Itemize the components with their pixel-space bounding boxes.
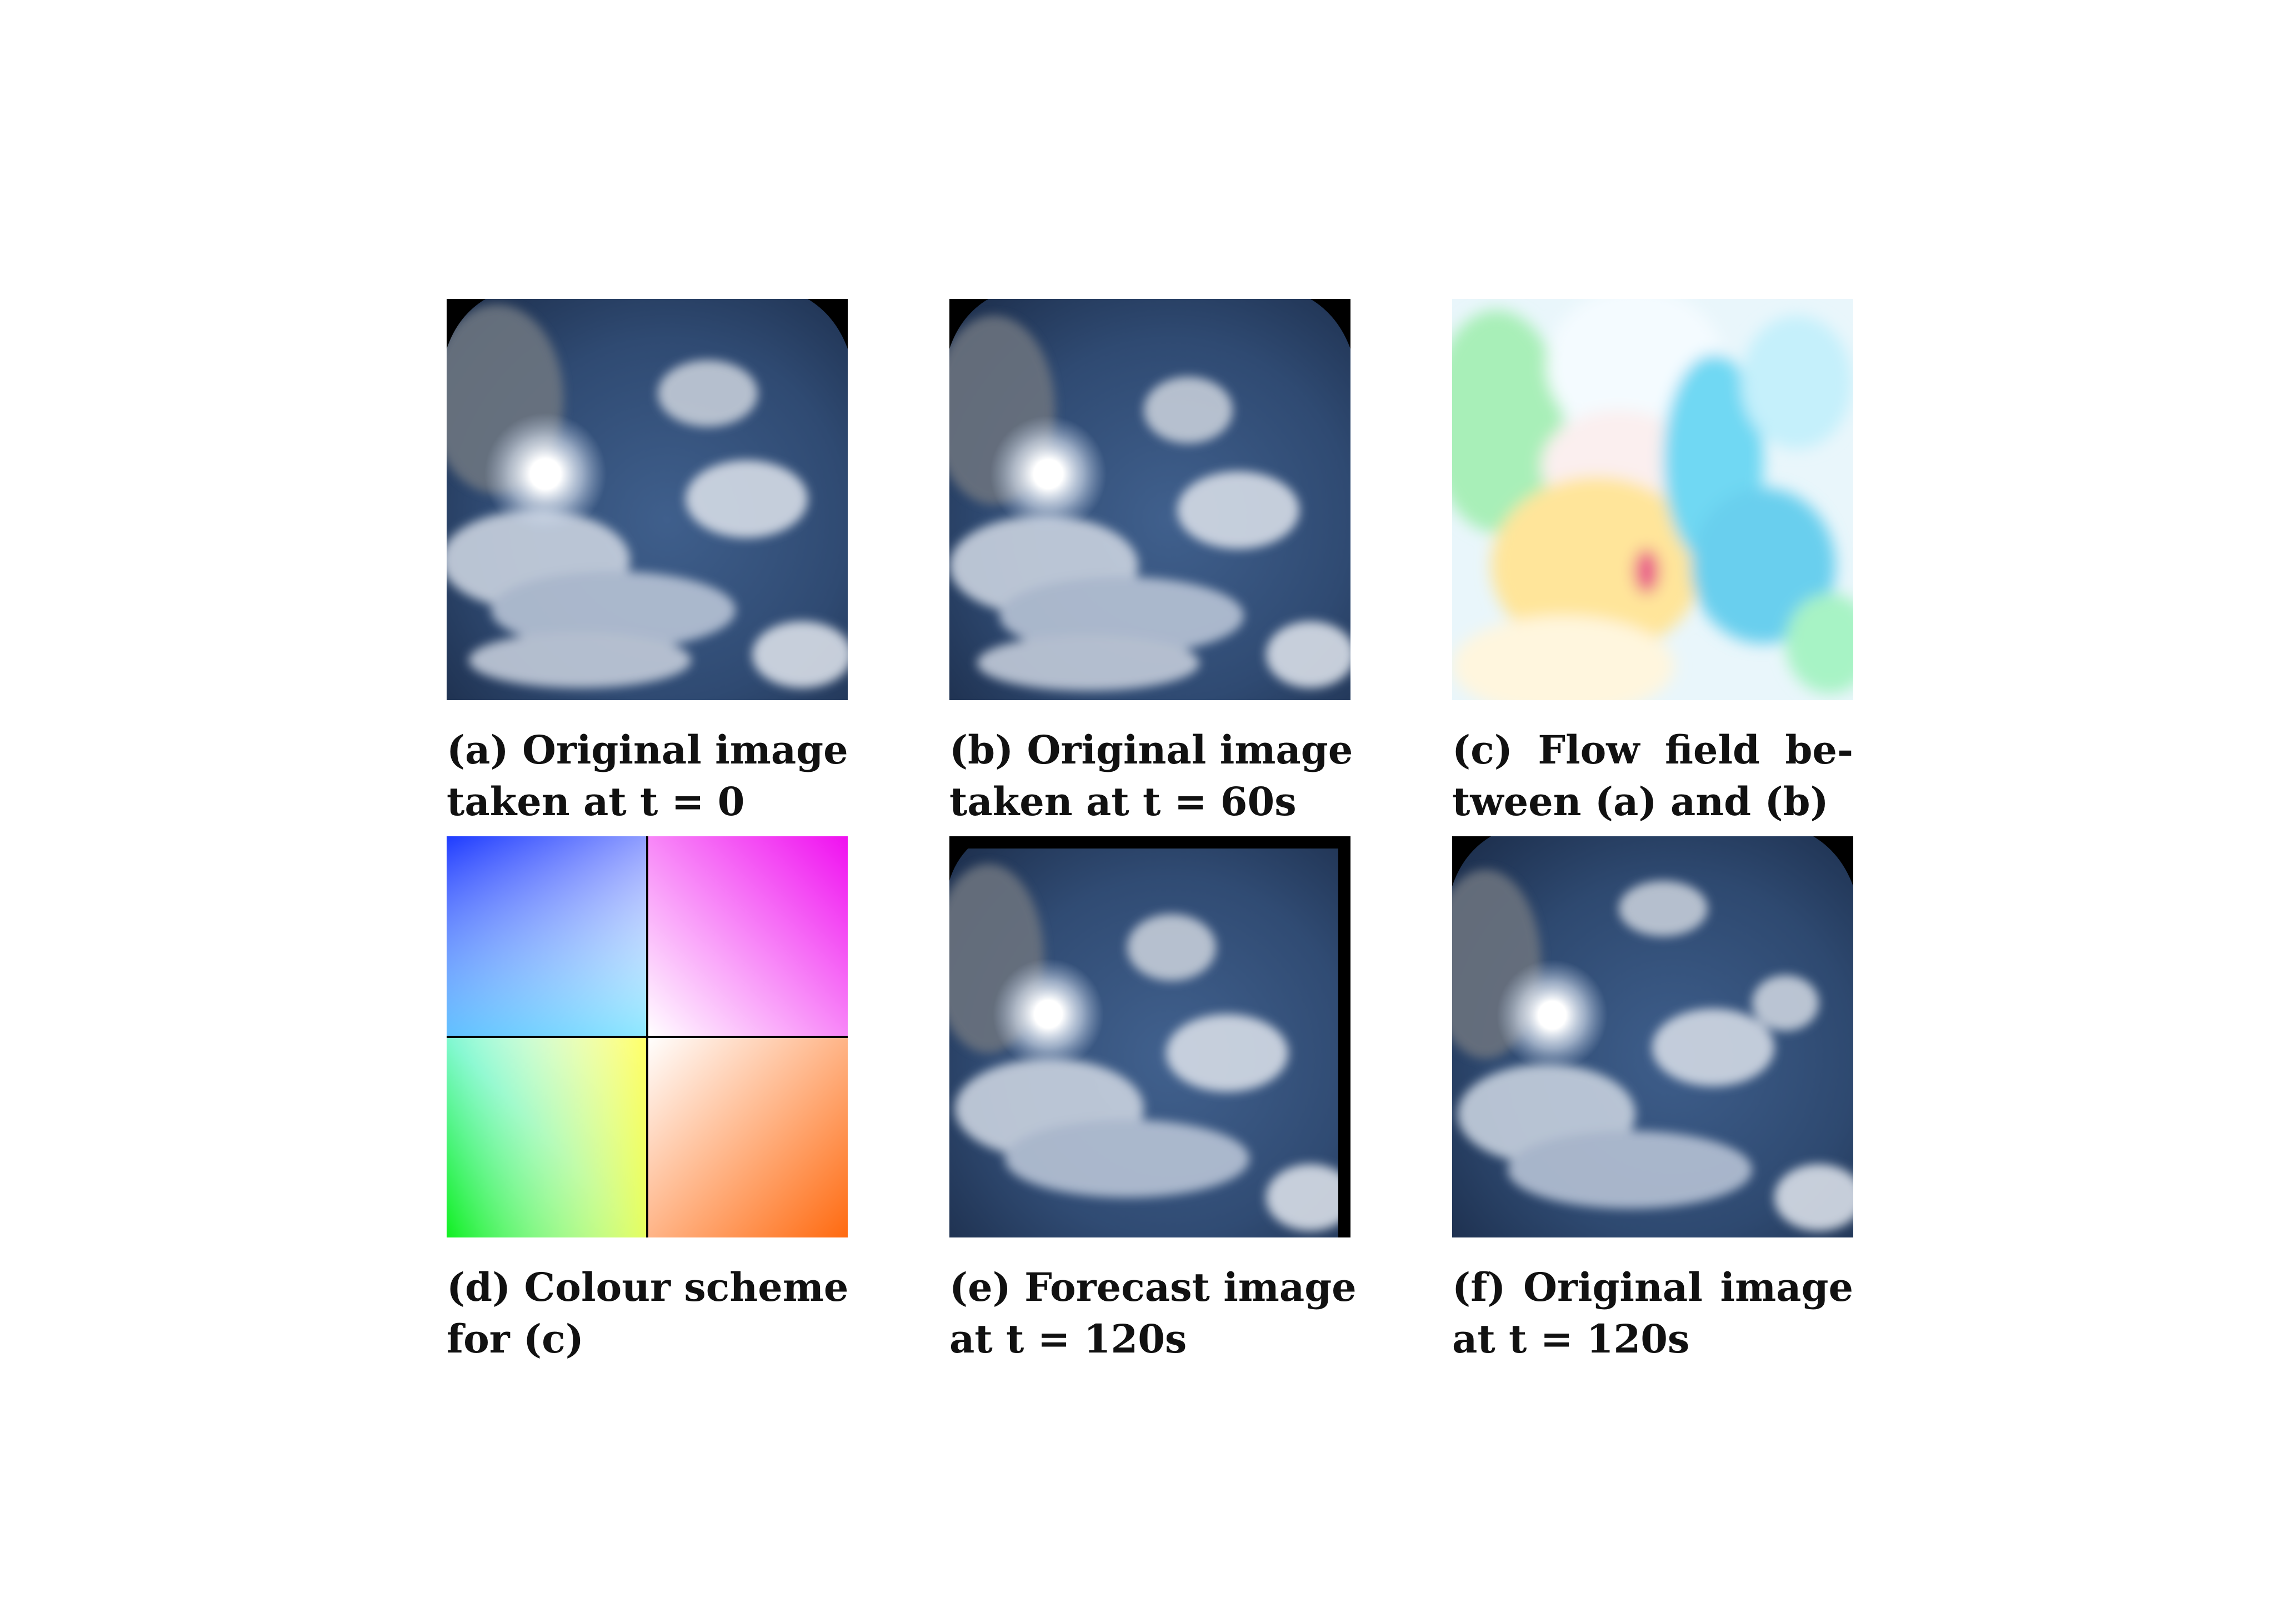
figure: (a) Original image taken at t = 0 (b) Or…	[0, 0, 2296, 1622]
sky-photo-b	[949, 299, 1350, 700]
colour-scheme	[447, 836, 848, 1237]
caption-e: (e) Forecast image at t = 120s	[949, 1261, 1357, 1365]
sky-image-b	[949, 299, 1350, 700]
caption-c-line-2: tween (a) and (b)	[1452, 778, 1829, 825]
sky-image-e	[949, 836, 1350, 1237]
caption-c-line-1: (c) Flow field be-	[1452, 727, 1853, 773]
caption-f-line-1: (f) Original image	[1452, 1264, 1853, 1310]
sky-image-a	[447, 299, 848, 700]
caption-d-line-2: for (c)	[447, 1316, 584, 1362]
caption-b-line-1: (b) Original image	[949, 727, 1353, 773]
flow-field-image	[1452, 299, 1853, 700]
caption-a-line-2: taken at t = 0	[447, 778, 745, 825]
caption-b: (b) Original image taken at t = 60s	[949, 724, 1353, 827]
caption-a-line-1: (a) Original image	[447, 727, 848, 773]
flow-field	[1452, 299, 1853, 700]
caption-b-line-2: taken at t = 60s	[949, 778, 1297, 825]
caption-d-line-1: (d) Colour scheme	[447, 1264, 849, 1310]
caption-e-line-1: (e) Forecast image	[949, 1264, 1357, 1310]
sky-photo-e	[949, 836, 1350, 1237]
colour-scheme-image	[447, 836, 848, 1237]
caption-f: (f) Original image at t = 120s	[1452, 1261, 1853, 1365]
sky-photo-f	[1452, 836, 1853, 1237]
caption-f-line-2: at t = 120s	[1452, 1316, 1690, 1362]
sky-image-f	[1452, 836, 1853, 1237]
caption-e-line-2: at t = 120s	[949, 1316, 1187, 1362]
sky-photo-a	[447, 299, 848, 700]
caption-d: (d) Colour scheme for (c)	[447, 1261, 848, 1365]
caption-a: (a) Original image taken at t = 0	[447, 724, 848, 827]
caption-c: (c) Flow field be- tween (a) and (b)	[1452, 724, 1853, 827]
